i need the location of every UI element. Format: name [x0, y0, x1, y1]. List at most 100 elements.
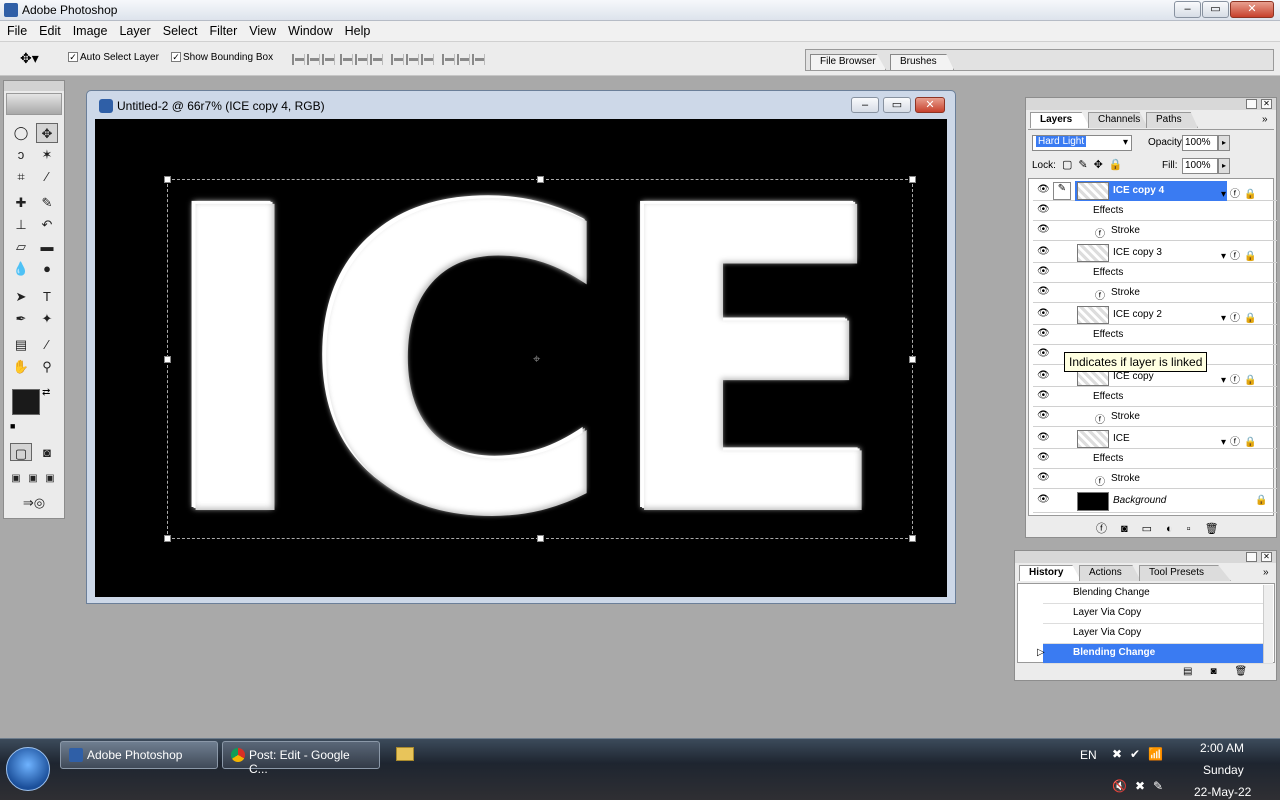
align-top-icon[interactable]	[292, 53, 305, 65]
brushes-tab[interactable]: Brushes	[890, 54, 954, 70]
stroke-row[interactable]: 👁 ⓕ Stroke	[1033, 221, 1277, 241]
layer-fx-icons[interactable]: ▾ⓕ🔒	[1221, 309, 1260, 324]
bbox-handle[interactable]	[537, 176, 544, 183]
eye-icon[interactable]: 👁	[1037, 224, 1050, 236]
layer-row[interactable]: 👁 ✎ ICE copy 4 ▾ⓕ🔒	[1033, 181, 1277, 201]
opacity-slider-arrow-icon[interactable]: ▸	[1218, 135, 1230, 151]
menu-help[interactable]: Help	[338, 21, 376, 38]
tray-icons[interactable]: ✖✔📶	[1112, 747, 1171, 761]
gradient-tool-icon[interactable]: ▬	[36, 237, 58, 257]
eye-icon[interactable]: 👁	[1037, 328, 1050, 340]
doc-minimize-button[interactable]: –	[851, 97, 879, 113]
shape-tool-icon[interactable]: ✦	[36, 309, 58, 329]
clone-stamp-tool-icon[interactable]: ⊥	[10, 215, 32, 235]
eye-icon[interactable]: 👁	[1037, 472, 1050, 484]
palette-close-icon[interactable]: ✕	[1261, 552, 1272, 562]
slice-tool-icon[interactable]: ⁄	[36, 167, 58, 187]
menu-file[interactable]: File	[0, 21, 32, 38]
bbox-handle[interactable]	[164, 356, 171, 363]
marquee-tool-icon[interactable]: ◯	[10, 123, 32, 143]
layer-name[interactable]: ICE copy 2	[1113, 309, 1162, 320]
layer-name[interactable]: ICE copy	[1113, 371, 1154, 382]
menu-window[interactable]: Window	[281, 21, 337, 38]
palette-menu-icon[interactable]: »	[1263, 567, 1269, 578]
distribute-right-icon[interactable]	[472, 53, 486, 65]
canvas[interactable]: ICE ⌖	[95, 119, 947, 597]
fill-field[interactable]: 100%	[1182, 158, 1218, 174]
bbox-handle[interactable]	[164, 535, 171, 542]
layer-row[interactable]: 👁 ICE ▾ⓕ🔒	[1033, 429, 1277, 449]
reference-point-icon[interactable]: ⌖	[533, 351, 540, 367]
layer-fx-icons[interactable]: ▾ⓕ🔒	[1221, 433, 1260, 448]
menu-edit[interactable]: Edit	[32, 21, 66, 38]
zoom-tool-icon[interactable]: ⚲	[36, 357, 58, 377]
align-bottom-icon[interactable]	[322, 53, 335, 65]
align-left-icon[interactable]	[340, 53, 354, 65]
eye-icon[interactable]: 👁	[1037, 184, 1050, 196]
opacity-field[interactable]: 100%	[1182, 135, 1218, 151]
history-item[interactable]: Layer Via Copy	[1043, 624, 1273, 644]
tab-layers[interactable]: Layers	[1030, 112, 1090, 128]
layer-fx-icons[interactable]: ▾ⓕ🔒	[1221, 247, 1260, 262]
palette-header[interactable]	[1026, 98, 1276, 110]
taskbar-photoshop[interactable]: Adobe Photoshop	[60, 741, 218, 769]
swap-colors-icon[interactable]: ⇄	[42, 387, 50, 398]
layer-row[interactable]: 👁 ICE copy 2 ▾ⓕ🔒	[1033, 305, 1277, 325]
layer-name[interactable]: ICE copy 3	[1113, 247, 1162, 258]
align-right-icon[interactable]	[370, 53, 384, 65]
bbox-handle[interactable]	[164, 176, 171, 183]
menu-select[interactable]: Select	[156, 21, 203, 38]
checkbox-icon[interactable]: ✓	[171, 52, 181, 63]
notes-tool-icon[interactable]: ▤	[10, 335, 32, 355]
distribute-left-icon[interactable]	[442, 53, 456, 65]
history-item[interactable]: Layer Via Copy	[1043, 604, 1273, 624]
lasso-tool-icon[interactable]: ↄ	[10, 145, 32, 165]
tab-actions[interactable]: Actions	[1079, 565, 1141, 581]
eye-icon[interactable]: 👁	[1037, 370, 1050, 382]
eye-icon[interactable]: 👁	[1037, 286, 1050, 298]
jump-to-imageready-icon[interactable]: ⇒◎	[10, 493, 58, 513]
layer-row[interactable]: 👁 ICE copy 3 ▾ⓕ🔒	[1033, 243, 1277, 263]
checkbox-icon[interactable]: ✓	[68, 52, 78, 63]
palette-minimize-icon[interactable]	[1246, 552, 1257, 562]
history-item-current[interactable]: Blending Change	[1043, 644, 1273, 664]
eye-icon[interactable]: 👁	[1037, 266, 1050, 278]
screen-mode-full-icon[interactable]: ▣	[42, 469, 58, 489]
history-scrollbar[interactable]	[1263, 585, 1273, 663]
menu-image[interactable]: Image	[66, 21, 113, 38]
eye-icon[interactable]: 👁	[1037, 494, 1050, 506]
effects-row[interactable]: 👁 Effects	[1033, 387, 1277, 407]
menu-view[interactable]: View	[242, 21, 281, 38]
layer-name[interactable]: ICE copy 4	[1113, 185, 1164, 196]
default-colors-icon[interactable]: ■	[10, 421, 15, 431]
tray-icons-row2[interactable]: 🔇✖✎	[1112, 779, 1171, 793]
type-tool-icon[interactable]: T	[36, 287, 58, 307]
fill-slider-arrow-icon[interactable]: ▸	[1218, 158, 1230, 174]
minimize-button[interactable]: –	[1174, 1, 1201, 18]
history-item[interactable]: Blending Change	[1043, 584, 1273, 604]
layer-name[interactable]: ICE	[1113, 433, 1130, 444]
path-selection-tool-icon[interactable]: ➤	[10, 287, 32, 307]
auto-select-layer-option[interactable]: ✓ Auto Select Layer	[68, 52, 159, 63]
maximize-button[interactable]: ▭	[1202, 1, 1229, 18]
stroke-row[interactable]: 👁 ⓕ Stroke	[1033, 407, 1277, 427]
start-button[interactable]	[6, 747, 50, 791]
standard-mode-icon[interactable]: ▢	[10, 443, 32, 461]
bbox-handle[interactable]	[909, 535, 916, 542]
stroke-row[interactable]: 👁 ⓕ Stroke	[1033, 283, 1277, 303]
distribute-bottom-icon[interactable]	[421, 53, 435, 65]
hand-tool-icon[interactable]: ✋	[10, 357, 32, 377]
layer-row[interactable]: 👁 Background 🔒	[1033, 491, 1277, 513]
stroke-row[interactable]: 👁 ⓕ Stroke	[1033, 469, 1277, 489]
screen-mode-full-menu-icon[interactable]: ▣	[25, 469, 41, 489]
eraser-tool-icon[interactable]: ▱	[10, 237, 32, 257]
doc-close-button[interactable]: ✕	[915, 97, 945, 113]
foreground-color-swatch[interactable]	[12, 389, 40, 415]
tab-history[interactable]: History	[1019, 565, 1081, 581]
layer-fx-icons[interactable]: ▾ⓕ🔒	[1221, 185, 1260, 200]
brush-link-icon[interactable]: ✎	[1053, 182, 1071, 200]
history-footer-buttons[interactable]: ▤◙🗑	[1183, 666, 1265, 677]
tab-paths[interactable]: Paths	[1146, 112, 1198, 128]
tab-tool-presets[interactable]: Tool Presets	[1139, 565, 1231, 581]
taskbar-chrome[interactable]: Post: Edit - Google C...	[222, 741, 380, 776]
